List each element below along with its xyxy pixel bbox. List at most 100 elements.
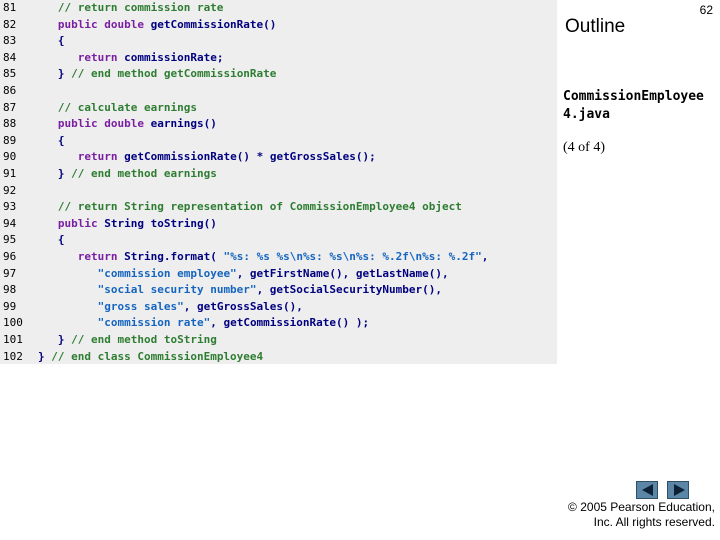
code-line: 96 return String.format( "%s: %s %s\n%s:… — [0, 249, 557, 265]
code-token: , getCommissionRate() ); — [210, 316, 370, 330]
line-number: 97 — [3, 266, 17, 280]
code-text: // calculate earnings — [38, 100, 197, 116]
code-line: 84 return commissionRate; — [0, 50, 557, 66]
line-number: 94 — [3, 216, 17, 230]
previous-slide-button[interactable] — [636, 481, 658, 499]
code-token: { — [38, 133, 65, 147]
code-line: 91 } // end method earnings — [0, 166, 557, 182]
line-number: 98 — [3, 283, 17, 297]
page-indicator: (4 of 4) — [563, 140, 605, 155]
code-text: return getCommissionRate() * getGrossSal… — [38, 149, 376, 165]
code-line: 89 { — [0, 133, 557, 149]
code-text: return commissionRate; — [38, 50, 224, 66]
code-text: { — [38, 232, 65, 248]
line-number: 86 — [3, 84, 17, 97]
code-token: } — [38, 333, 72, 346]
code-line: 94 public String toString() — [0, 216, 557, 232]
copyright-notice: © 2005 Pearson Education, Inc. All right… — [555, 500, 715, 530]
code-text: public double getCommissionRate() — [38, 17, 277, 33]
code-token: public double — [57, 117, 144, 131]
triangle-left-icon — [642, 484, 653, 496]
code-line: 88 public double earnings() — [0, 116, 557, 132]
file-name-line-2: 4.java — [563, 107, 610, 122]
code-line: 87 // calculate earnings — [0, 100, 557, 116]
code-token: // calculate earnings — [38, 100, 197, 114]
line-number: 100 — [3, 316, 23, 330]
line-number: 83 — [3, 34, 17, 48]
next-slide-button[interactable] — [667, 481, 689, 499]
code-line: 81 // return commission rate — [0, 0, 557, 16]
code-token: } — [38, 349, 52, 363]
code-token: { — [38, 233, 65, 247]
outline-sidebar: Outline 62 CommissionEmployee 4.java (4 … — [557, 0, 720, 540]
line-number: 91 — [3, 167, 17, 180]
code-line: 95 { — [0, 232, 557, 248]
line-number: 95 — [3, 233, 17, 247]
code-token: String toString() — [97, 216, 217, 230]
code-token: // end method earnings — [71, 167, 217, 180]
code-token: } — [38, 67, 72, 81]
line-number: 102 — [3, 349, 23, 363]
code-token: getCommissionRate() * getGrossSales(); — [117, 150, 376, 164]
code-token: "commission employee" — [97, 266, 237, 280]
code-text: "commission employee", getFirstName(), g… — [38, 266, 449, 282]
slide-number: 62 — [699, 3, 713, 17]
code-token: String.format( — [117, 250, 224, 263]
code-text: } // end method getCommissionRate — [38, 66, 277, 82]
code-token: public double — [57, 17, 144, 31]
code-text: "commission rate", getCommissionRate() )… — [38, 315, 370, 331]
code-token: getCommissionRate() — [143, 17, 277, 31]
code-token: , getGrossSales(), — [183, 299, 303, 313]
code-line: 92 — [0, 183, 557, 199]
copyright-line-2: Inc. All rights reserved. — [593, 515, 715, 529]
code-token: // end class CommissionEmployee4 — [51, 349, 264, 363]
code-line: 86 — [0, 83, 557, 99]
code-listing: 81 // return commission rate 82 public do… — [0, 0, 557, 364]
line-number: 82 — [3, 17, 17, 31]
code-text: public String toString() — [38, 216, 217, 232]
code-token: } — [38, 167, 72, 180]
line-number: 93 — [3, 200, 17, 214]
code-token: "gross sales" — [97, 299, 184, 313]
outline-heading: Outline — [565, 16, 626, 37]
code-token: , getSocialSecurityNumber(), — [256, 283, 442, 297]
line-number: 89 — [3, 133, 17, 147]
code-text: { — [38, 33, 65, 49]
code-token: { — [38, 34, 65, 48]
code-token: "social security number" — [97, 283, 257, 297]
line-number: 90 — [3, 150, 17, 164]
code-token: "commission rate" — [97, 316, 211, 330]
code-token: // return String representation of Commi… — [38, 200, 462, 214]
code-token: , getFirstName(), getLastName(), — [236, 266, 449, 280]
code-token: // end method toString — [71, 333, 217, 346]
code-line: 90 return getCommissionRate() * getGross… — [0, 149, 557, 165]
line-number: 101 — [3, 333, 23, 346]
code-line: 83 { — [0, 33, 557, 49]
file-name-line-1: CommissionEmployee — [563, 89, 704, 104]
code-text: "gross sales", getGrossSales(), — [38, 299, 303, 315]
code-line: 93 // return String representation of Co… — [0, 199, 557, 215]
code-text: "social security number", getSocialSecur… — [38, 282, 442, 298]
code-text: { — [38, 133, 65, 149]
line-number: 99 — [3, 299, 17, 313]
code-line: 97 "commission employee", getFirstName()… — [0, 266, 557, 282]
code-text: public double earnings() — [38, 116, 217, 132]
code-token: return — [77, 150, 118, 164]
line-number: 92 — [3, 183, 17, 197]
code-text: } // end method earnings — [38, 166, 217, 182]
file-name: CommissionEmployee 4.java — [563, 88, 704, 124]
code-line: 102} // end class CommissionEmployee4 — [0, 349, 557, 365]
code-token: return — [77, 250, 118, 263]
code-text: // return String representation of Commi… — [38, 199, 462, 215]
code-token: , — [481, 250, 489, 263]
line-number: 81 — [3, 1, 17, 14]
code-line: 101 } // end method toString — [0, 332, 557, 348]
